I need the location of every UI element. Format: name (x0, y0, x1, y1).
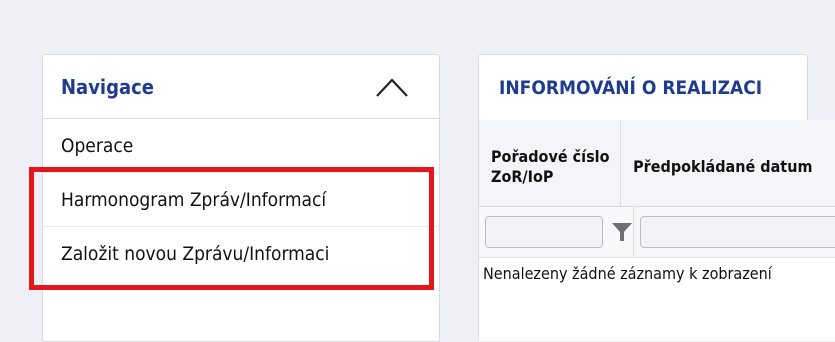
nav-item-operace[interactable]: Operace (43, 119, 439, 173)
nav-item-zalozit-zpravu[interactable]: Založit novou Zprávu/Informaci (43, 227, 439, 281)
filter-funnel-icon[interactable] (611, 221, 633, 243)
filter-input-predpokladane-datum[interactable] (640, 216, 835, 248)
column-header-label: Pořadové číslo ZoR/IoP (491, 147, 610, 186)
nav-item-label: Založit novou Zprávu/Informaci (61, 243, 330, 265)
filter-row (479, 207, 835, 258)
empty-table-message: Nenalezeny žádné záznamy k zobrazení (483, 264, 772, 283)
tab-label: INFORMOVÁNÍ O REALIZACI (499, 76, 763, 99)
navigation-header[interactable]: Navigace (43, 55, 439, 119)
column-header-predpokladane-datum[interactable]: Předpokládané datum (621, 120, 835, 206)
data-table: Pořadové číslo ZoR/IoP Předpokládané dat… (478, 120, 835, 341)
chevron-up-icon[interactable] (375, 76, 409, 98)
column-header-label: Předpokládané datum (633, 157, 813, 176)
column-header-poradove-cislo[interactable]: Pořadové číslo ZoR/IoP (479, 120, 622, 206)
nav-item-label: Operace (61, 134, 134, 157)
filter-input-poradove-cislo[interactable] (485, 216, 603, 248)
filter-cell (634, 207, 835, 257)
nav-item-label: Harmonogram Zpráv/Informací (61, 188, 327, 211)
navigation-panel: Navigace Operace Harmonogram Zpráv/Infor… (42, 54, 440, 342)
nav-item-harmonogram[interactable]: Harmonogram Zpráv/Informací (43, 173, 439, 227)
navigation-title: Navigace (61, 74, 154, 99)
filter-cell (479, 207, 634, 257)
table-header-row: Pořadové číslo ZoR/IoP Předpokládané dat… (479, 120, 835, 207)
tab-informovani-o-realizaci[interactable]: INFORMOVÁNÍ O REALIZACI (478, 54, 808, 120)
